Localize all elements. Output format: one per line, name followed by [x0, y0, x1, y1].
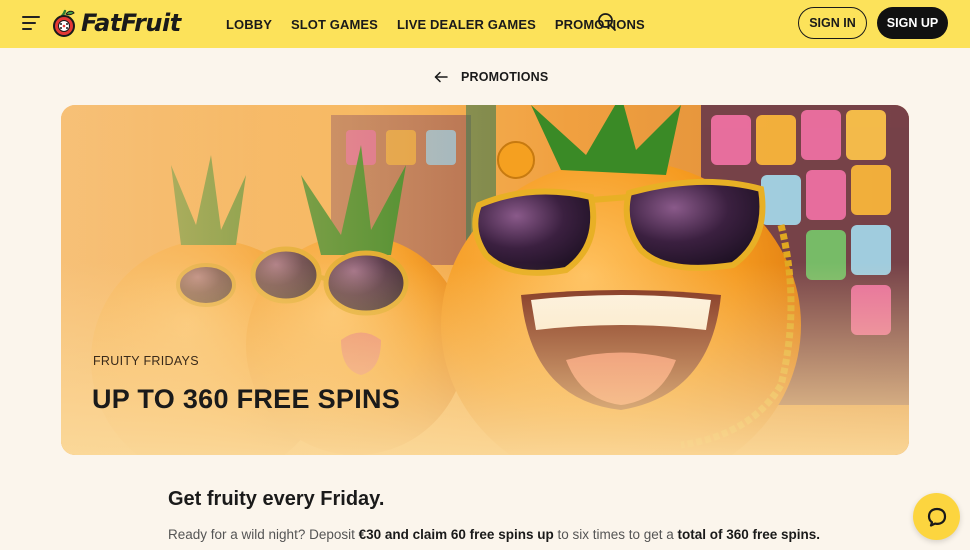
breadcrumb-label: PROMOTIONS: [461, 70, 549, 84]
nav-lobby[interactable]: LOBBY: [226, 17, 272, 32]
para-highlight-1: €30 and claim 60 free spins up: [358, 527, 554, 542]
para-text-1: Ready for a wild night? Deposit: [168, 527, 359, 542]
search-icon[interactable]: [597, 12, 617, 32]
chat-button[interactable]: [913, 493, 960, 540]
sign-in-button[interactable]: SIGN IN: [798, 7, 867, 39]
sign-up-button[interactable]: SIGN UP: [877, 7, 948, 39]
nav-live-dealer-games[interactable]: LIVE DEALER GAMES: [397, 17, 536, 32]
content-paragraph: Ready for a wild night? Deposit €30 and …: [168, 527, 820, 542]
hero-eyebrow: FRUITY FRIDAYS: [93, 354, 199, 368]
menu-icon[interactable]: [22, 15, 40, 31]
para-highlight-2: total of 360 free spins.: [677, 527, 821, 542]
hero-title: UP TO 360 FREE SPINS: [92, 384, 401, 414]
content-heading: Get fruity every Friday.: [168, 488, 385, 510]
logo-text: FatFruit: [81, 9, 181, 37]
site-header: FatFruit LOBBY SLOT GAMES LIVE DEALER GA…: [0, 0, 970, 48]
para-text-2: to six times to get a: [553, 527, 678, 542]
back-to-promotions-link[interactable]: PROMOTIONS: [434, 68, 548, 86]
arrow-left-icon: [434, 71, 448, 83]
nav-slot-games[interactable]: SLOT GAMES: [291, 17, 378, 32]
promo-hero-banner: FRUITY FRIDAYS UP TO 360 FREE SPINS: [61, 105, 909, 455]
fruit-logo-icon: [53, 9, 75, 37]
site-logo[interactable]: FatFruit: [50, 6, 181, 40]
chat-icon: [927, 507, 946, 527]
